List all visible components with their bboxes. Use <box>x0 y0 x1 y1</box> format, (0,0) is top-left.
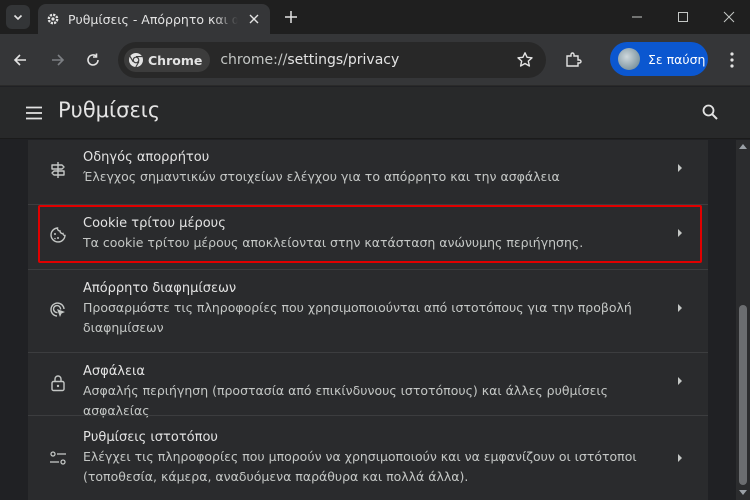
row-title: Απόρρητο διαφημίσεων <box>83 281 237 296</box>
arrow-right-icon <box>52 54 65 66</box>
bookmark-button[interactable] <box>516 51 534 73</box>
reload-icon <box>87 53 99 66</box>
hamburger-icon <box>26 106 42 120</box>
search-icon <box>702 104 718 120</box>
chevron-down-icon <box>13 14 23 21</box>
ad-privacy-row[interactable]: Απόρρητο διαφημίσεων Προσαρμόστε τις πλη… <box>28 270 708 352</box>
row-title: Ρυθμίσεις ιστοτόπου <box>83 430 218 445</box>
extensions-button[interactable] <box>561 48 585 72</box>
security-row[interactable]: Ασφάλεια Ασφαλής περιήγηση (προστασία απ… <box>28 353 708 418</box>
profile-button[interactable]: Σε παύση <box>610 42 708 76</box>
browser-toolbar: Chrome chrome://settings/privacy Σε παύσ… <box>0 34 750 86</box>
close-icon <box>249 14 259 24</box>
star-icon <box>517 52 533 67</box>
row-title: Οδηγός απορρήτου <box>83 150 210 165</box>
highlight-box <box>38 205 702 263</box>
profile-status-label: Σε παύση <box>648 51 706 67</box>
scroll-thumb[interactable] <box>739 305 747 485</box>
page-scrollbar[interactable] <box>736 140 750 500</box>
url-text: chrome://settings/privacy <box>220 52 399 68</box>
site-settings-icon <box>48 448 68 468</box>
forward-button[interactable] <box>46 48 70 72</box>
minimize-icon <box>632 16 642 18</box>
privacy-section-card: Οδηγός απορρήτου Έλεγχος σημαντικών στοι… <box>28 140 708 500</box>
address-bar[interactable]: Chrome chrome://settings/privacy <box>118 42 546 78</box>
privacy-guide-icon <box>48 160 68 180</box>
scroll-up-arrow[interactable] <box>739 144 747 149</box>
url-scheme: chrome:// <box>220 52 288 68</box>
site-settings-row[interactable]: Ρυθμίσεις ιστοτόπου Ελέγχει τις πληροφορ… <box>28 416 708 500</box>
privacy-guide-row[interactable]: Οδηγός απορρήτου Έλεγχος σημαντικών στοι… <box>28 140 708 204</box>
minimize-button[interactable] <box>626 6 648 28</box>
gear-icon <box>47 13 59 25</box>
maximize-button[interactable] <box>672 6 694 28</box>
row-subtitle: Ελέγχει τις πληροφορίες που μπορούν να χ… <box>83 449 637 484</box>
new-tab-button[interactable] <box>280 6 302 28</box>
chrome-chip-label: Chrome <box>148 52 203 68</box>
row-subtitle: Έλεγχος σημαντικών στοιχείων ελέγχου για… <box>83 169 560 184</box>
settings-content: Οδηγός απορρήτου Έλεγχος σημαντικών στοι… <box>0 140 736 500</box>
lock-icon <box>48 373 68 393</box>
tab-strip: Ρυθμίσεις - Απόρρητο και ασφάλεια <box>0 0 750 34</box>
main-menu-button[interactable] <box>22 101 46 125</box>
maximize-icon <box>678 12 688 22</box>
more-vertical-icon <box>730 52 734 68</box>
tab-search-button[interactable] <box>6 5 30 29</box>
chevron-right-icon <box>672 160 688 176</box>
settings-header: Ρυθμίσεις <box>0 87 750 139</box>
page-title: Ρυθμίσεις <box>58 98 161 122</box>
tab-close-button[interactable] <box>246 11 262 27</box>
puzzle-icon <box>566 52 582 67</box>
chevron-right-icon <box>672 300 688 316</box>
scroll-down-arrow[interactable] <box>739 490 747 495</box>
search-settings-button[interactable] <box>698 100 722 124</box>
chevron-right-icon <box>672 450 688 466</box>
chevron-right-icon <box>672 373 688 389</box>
chrome-chip[interactable]: Chrome <box>124 48 211 72</box>
tab-title: Ρυθμίσεις - Απόρρητο και ασφάλεια <box>68 11 238 27</box>
back-button[interactable] <box>8 48 32 72</box>
chrome-logo-icon <box>129 53 143 68</box>
window-close-button[interactable] <box>718 6 740 28</box>
row-subtitle: Προσαρμόστε τις πληροφορίες που χρησιμοπ… <box>83 300 632 335</box>
avatar <box>618 48 640 70</box>
row-title: Ασφάλεια <box>83 364 145 379</box>
url-path: settings/privacy <box>287 52 400 68</box>
browser-menu-button[interactable] <box>720 48 744 72</box>
plus-icon <box>285 11 297 23</box>
arrow-left-icon <box>13 54 26 66</box>
close-icon <box>723 11 735 23</box>
ad-privacy-icon <box>48 300 68 320</box>
active-tab[interactable]: Ρυθμίσεις - Απόρρητο και ασφάλεια <box>38 4 270 34</box>
reload-button[interactable] <box>81 48 105 72</box>
